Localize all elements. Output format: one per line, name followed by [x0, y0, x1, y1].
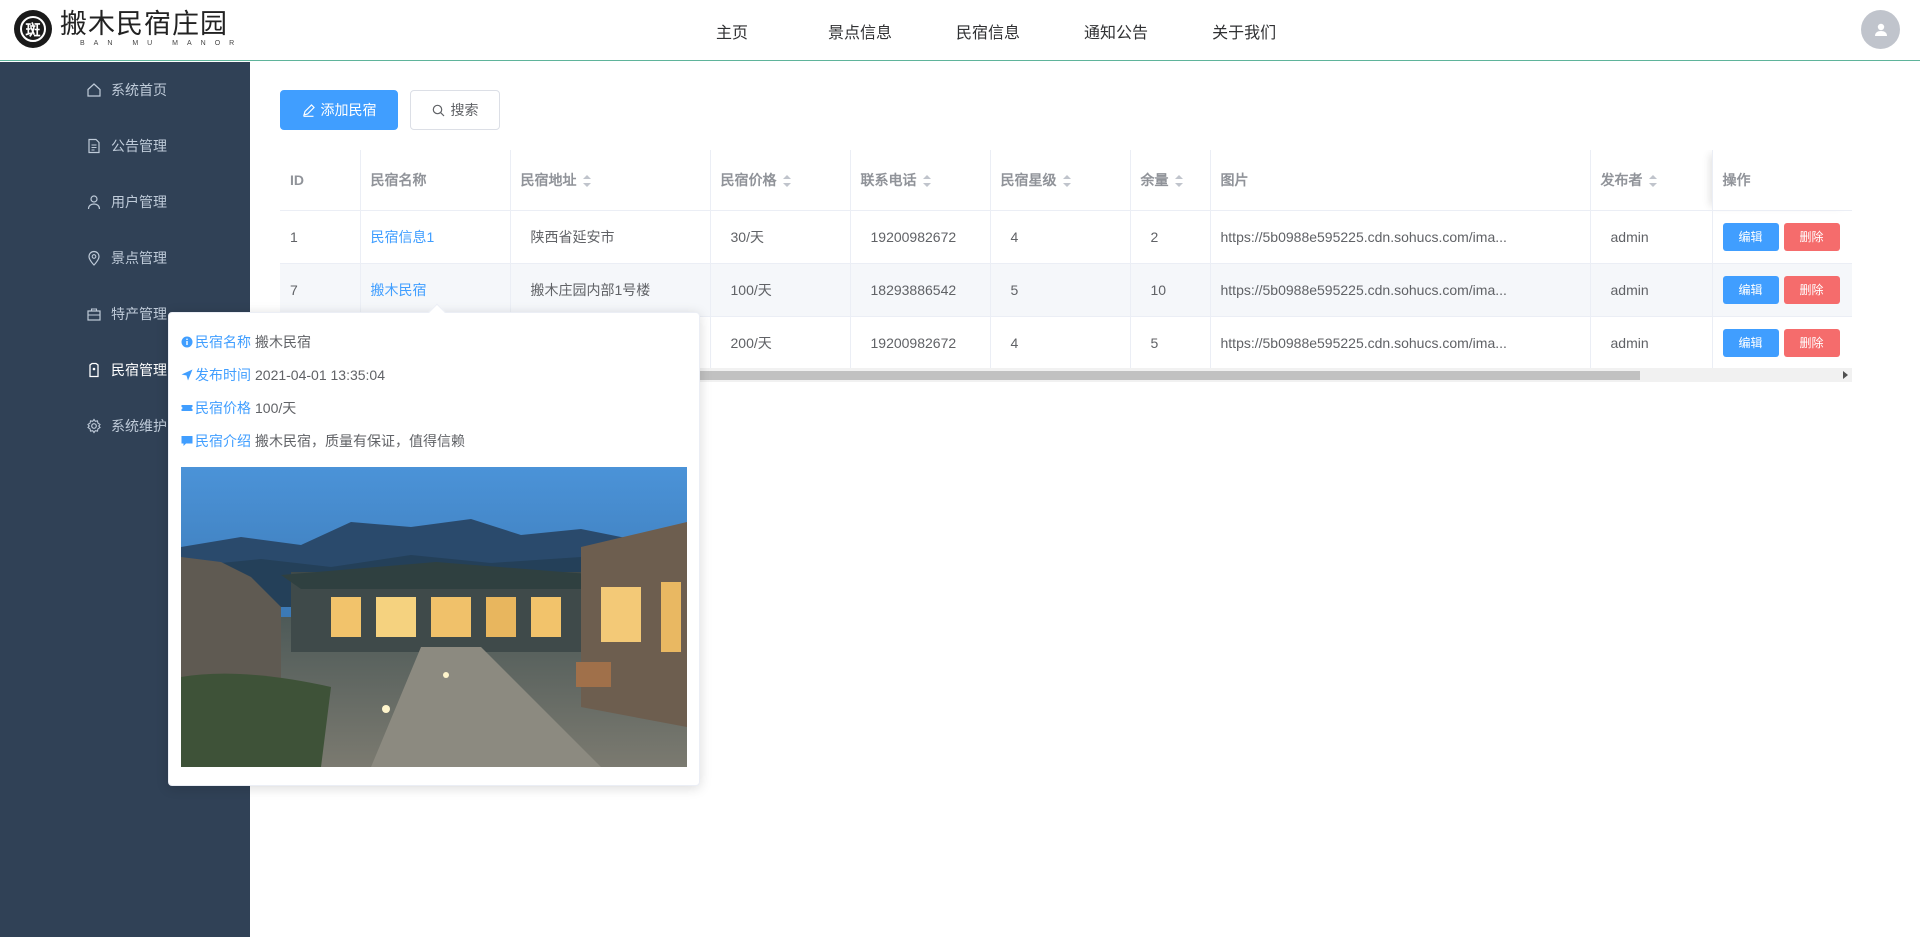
sidebar-item-home[interactable]: 系统首页: [0, 62, 250, 118]
sort-caret-icon[interactable]: [922, 175, 931, 188]
table-row: 1 民宿信息1 陕西省延安市 30/天 19200982672 4 2 http…: [280, 210, 1852, 264]
nav-homestays[interactable]: 民宿信息: [956, 19, 1020, 43]
sidebar-item-users[interactable]: 用户管理: [0, 174, 250, 230]
delete-button[interactable]: 删除: [1783, 275, 1840, 304]
avatar[interactable]: [1861, 10, 1900, 49]
cell-actions: 编辑 删除: [1712, 316, 1852, 370]
info-icon: [181, 336, 193, 347]
homestay-detail-popover: 民宿名称 搬木民宿 发布时间 2021-04-01 13:35:04 民宿价格 …: [168, 303, 700, 786]
nav-notices[interactable]: 通知公告: [1084, 19, 1148, 43]
cell-phone: 19200982672: [850, 316, 991, 370]
sort-caret-icon[interactable]: [782, 175, 791, 188]
popover-intro-row: 民宿介绍 搬木民宿，质量有保证，值得信赖: [181, 424, 687, 457]
add-homestay-button[interactable]: 添加民宿: [280, 90, 398, 130]
sidebar-item-label: 特产管理: [111, 306, 167, 322]
gear-icon: [86, 418, 102, 434]
sidebar-item-label: 用户管理: [111, 194, 167, 210]
scrollbar-thumb[interactable]: [700, 371, 1640, 380]
delete-button[interactable]: 删除: [1783, 222, 1840, 251]
col-header-actions: 操作: [1712, 150, 1852, 211]
ticket-icon: [181, 404, 193, 411]
col-header-stock[interactable]: 余量: [1130, 150, 1211, 211]
shop-icon: [86, 306, 102, 322]
cell-publisher: admin: [1590, 316, 1713, 370]
cell-address: 搬木庄园内部1号楼: [510, 263, 711, 317]
brand-logo[interactable]: 斑 搬木民宿庄园 BAN MU MANOR: [14, 10, 243, 48]
col-header-id: ID: [280, 150, 361, 211]
col-header-address[interactable]: 民宿地址: [510, 150, 711, 211]
nav-about[interactable]: 关于我们: [1212, 19, 1276, 43]
edit-button[interactable]: 编辑: [1722, 275, 1779, 304]
cell-stars: 4: [990, 210, 1131, 264]
nav-attractions[interactable]: 景点信息: [828, 19, 892, 43]
col-header-publisher[interactable]: 发布者: [1590, 150, 1713, 211]
popover-name-row: 民宿名称 搬木民宿: [181, 325, 687, 358]
table-row: 7 搬木民宿 搬木庄园内部1号楼 100/天 18293886542 5 10 …: [280, 263, 1852, 317]
sidebar-item-notices[interactable]: 公告管理: [0, 118, 250, 174]
nav-home[interactable]: 主页: [716, 19, 748, 43]
edit-pen-icon: [302, 103, 315, 117]
toolbar: 添加民宿 搜索: [280, 90, 500, 130]
comment-icon: [181, 435, 193, 446]
cell-price: 100/天: [710, 263, 851, 317]
sort-caret-icon[interactable]: [1062, 175, 1071, 188]
edit-button[interactable]: 编辑: [1722, 222, 1779, 251]
home-icon: [86, 82, 102, 98]
sort-caret-icon[interactable]: [1174, 175, 1183, 188]
cell-stock: 10: [1130, 263, 1211, 317]
cell-stock: 5: [1130, 316, 1211, 370]
top-nav: 主页 景点信息 民宿信息 通知公告 关于我们: [716, 0, 1340, 61]
homestay-photo: [181, 467, 687, 767]
user-icon: [86, 194, 102, 210]
cell-price: 200/天: [710, 316, 851, 370]
col-header-phone[interactable]: 联系电话: [850, 150, 991, 211]
location-icon: [86, 250, 102, 266]
cell-name[interactable]: 民宿信息1: [360, 210, 511, 264]
cell-price: 30/天: [710, 210, 851, 264]
popover-price-row: 民宿价格 100/天: [181, 391, 687, 424]
col-header-image: 图片: [1210, 150, 1591, 211]
cell-publisher: admin: [1590, 263, 1713, 317]
cell-image: https://5b0988e595225.cdn.sohucs.com/ima…: [1210, 316, 1591, 370]
brand-name-en: BAN MU MANOR: [80, 40, 244, 47]
logo-mark-icon: 斑: [14, 10, 52, 48]
cell-actions: 编辑 删除: [1712, 210, 1852, 264]
cell-stars: 5: [990, 263, 1131, 317]
cell-stars: 4: [990, 316, 1131, 370]
cell-publisher: admin: [1590, 210, 1713, 264]
send-icon: [181, 369, 193, 380]
col-header-stars[interactable]: 民宿星级: [990, 150, 1131, 211]
sidebar-item-attractions[interactable]: 景点管理: [0, 230, 250, 286]
cell-id: 1: [280, 210, 361, 264]
document-icon: [86, 138, 102, 154]
cell-address: 陕西省延安市: [510, 210, 711, 264]
sidebar-item-label: 系统维护: [111, 418, 167, 434]
cell-phone: 19200982672: [850, 210, 991, 264]
scroll-right-arrow-icon[interactable]: [1843, 371, 1848, 379]
user-avatar-icon: [1874, 23, 1887, 36]
house-icon: [86, 362, 102, 378]
col-header-price[interactable]: 民宿价格: [710, 150, 851, 211]
cell-phone: 18293886542: [850, 263, 991, 317]
cell-actions: 编辑 删除: [1712, 263, 1852, 317]
search-button[interactable]: 搜索: [410, 90, 500, 130]
col-header-name: 民宿名称: [360, 150, 511, 211]
cell-id: 7: [280, 263, 361, 317]
search-icon: [432, 104, 444, 116]
sidebar-item-label: 系统首页: [111, 82, 167, 98]
brand-name: 搬木民宿庄园: [60, 9, 228, 40]
cell-image: https://5b0988e595225.cdn.sohucs.com/ima…: [1210, 210, 1591, 264]
edit-button[interactable]: 编辑: [1722, 328, 1779, 357]
cell-image: https://5b0988e595225.cdn.sohucs.com/ima…: [1210, 263, 1591, 317]
sort-caret-icon[interactable]: [1648, 175, 1657, 188]
sort-caret-icon[interactable]: [582, 175, 591, 188]
popover-time-row: 发布时间 2021-04-01 13:35:04: [181, 358, 687, 391]
sidebar-item-label: 民宿管理: [111, 362, 167, 378]
table-header-row: ID 民宿名称 民宿地址 民宿价格 联系电话 民宿星级 余量 图片 发布者 操作: [280, 150, 1852, 211]
sidebar-item-label: 景点管理: [111, 250, 167, 266]
top-header: 斑 搬木民宿庄园 BAN MU MANOR 主页 景点信息 民宿信息 通知公告 …: [0, 0, 1920, 61]
sidebar-item-label: 公告管理: [111, 138, 167, 154]
delete-button[interactable]: 删除: [1783, 328, 1840, 357]
cell-stock: 2: [1130, 210, 1211, 264]
